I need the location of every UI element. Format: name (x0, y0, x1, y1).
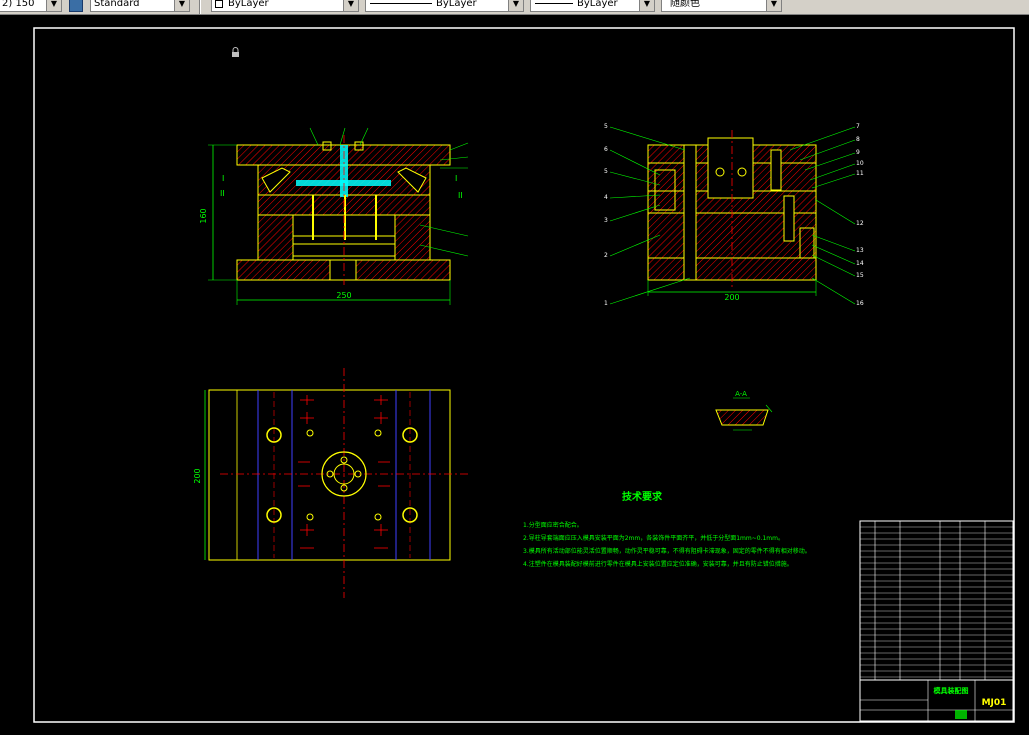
plan-height-dimension: 200 (193, 468, 202, 483)
balloon-number: 2 (604, 252, 608, 259)
balloon-number: 15 (856, 272, 864, 279)
drawing-svg: 160 250 I II I II 200 5 6 5 4 3 2 1 7 8 … (33, 27, 1015, 723)
side-width-dimension: 200 (724, 293, 739, 302)
scale-value: 2) 150 (2, 0, 35, 9)
balloon-number: 4 (604, 194, 608, 201)
section-label: A-A (735, 390, 747, 398)
runner (296, 180, 391, 186)
left-spacer-block (257, 214, 294, 261)
side-center-block (707, 137, 754, 199)
chevron-down-icon[interactable]: ▼ (343, 0, 358, 11)
tech-req-item: 1.分型面应密合配合。 (523, 521, 583, 529)
layer-color-swatch (215, 0, 223, 8)
layer-dropdown[interactable]: ByLayer ▼ (211, 0, 359, 12)
parts-list-rows (860, 526, 1013, 678)
chevron-down-icon[interactable]: ▼ (508, 0, 523, 11)
balloon-number: 11 (856, 170, 864, 177)
linetype-sample (370, 3, 432, 4)
linetype-value: ByLayer (436, 0, 477, 9)
section-mark: I (222, 174, 224, 183)
tech-req-title: 技术要求 (622, 490, 663, 503)
right-spacer-block (394, 214, 431, 261)
section-part (715, 409, 769, 426)
drawing-number: MJ01 (982, 698, 1007, 708)
tech-req-item: 3.模具所有活动部位能灵活位置顺畅，动作灵平稳可靠，不得有阻碍卡滞现象，固定的零… (523, 547, 811, 555)
side-guide-pillar (683, 144, 697, 281)
drawing-border (33, 27, 1015, 723)
lineweight-value: ByLayer (577, 0, 618, 9)
plan-view: 200 (193, 368, 468, 598)
balloon-number: 14 (856, 260, 864, 267)
balloon-number: 5 (604, 168, 608, 175)
balloon-number: 3 (604, 217, 608, 224)
title-block: 模具装配图 MJ01 (859, 520, 1014, 722)
technical-requirements: 技术要求 1.分型面应密合配合。 2.导柱导套端面应压入模具安装平面为2mm，各… (523, 490, 811, 568)
plan-outline (208, 389, 451, 561)
balloon-number: 16 (856, 300, 864, 307)
chevron-down-icon[interactable]: ▼ (174, 0, 189, 11)
balloon-number: 9 (856, 149, 860, 156)
lineweight-dropdown[interactable]: ByLayer ▼ (530, 0, 655, 12)
balloon-number: 7 (856, 123, 860, 130)
drawing-name: 模具装配图 (934, 686, 969, 695)
scale-dropdown[interactable]: 2) 150 ▼ (0, 0, 62, 12)
linetype-dropdown[interactable]: ByLayer ▼ (365, 0, 524, 12)
balloon-number: 12 (856, 220, 864, 227)
section-mark: II (458, 191, 463, 200)
chevron-down-icon[interactable]: ▼ (46, 0, 61, 11)
section-a-a: A-A (715, 390, 773, 431)
front-view: 160 250 I II I II (199, 127, 469, 305)
balloon-number: 1 (604, 300, 608, 307)
balloon-number: 5 (604, 123, 608, 130)
chevron-down-icon[interactable]: ▼ (639, 0, 654, 11)
text-style-icon[interactable] (69, 0, 83, 12)
color-dropdown[interactable]: 随颜色 ▼ (661, 0, 782, 12)
properties-toolbar: 2) 150 ▼ Standard ▼ ByLayer ▼ ByLayer ▼ … (0, 0, 1029, 15)
front-width-dimension: 250 (336, 291, 351, 300)
lineweight-sample (535, 3, 573, 4)
tech-req-item: 2.导柱导套端面应压入模具安装平面为2mm，各装饰件平面齐平，并低于分型面1mm… (523, 534, 784, 542)
section-mark: I (455, 174, 457, 183)
toolbar-separator (199, 0, 201, 14)
color-value: 随颜色 (670, 0, 700, 9)
drawing-canvas[interactable]: 160 250 I II I II 200 5 6 5 4 3 2 1 7 8 … (0, 14, 1029, 731)
text-style-dropdown[interactable]: Standard ▼ (90, 0, 190, 12)
chevron-down-icon[interactable]: ▼ (766, 0, 781, 11)
balloon-number: 10 (856, 160, 864, 167)
balloon-number: 8 (856, 136, 860, 143)
text-style-value: Standard (94, 0, 140, 9)
balloon-number: 6 (604, 146, 608, 153)
ejector-hole (329, 259, 357, 281)
lock-icon (232, 47, 239, 57)
balloon-number: 13 (856, 247, 864, 254)
side-view: 200 5 6 5 4 3 2 1 7 8 9 10 11 12 13 14 1… (604, 123, 864, 307)
tech-req-item: 4.注塑件在模具装配好模前进行零件在模具上安装位置应定位准确，安装可靠，并且有防… (523, 560, 793, 568)
section-mark: II (220, 189, 225, 198)
front-height-dimension: 160 (199, 208, 208, 223)
layer-value: ByLayer (228, 0, 269, 9)
